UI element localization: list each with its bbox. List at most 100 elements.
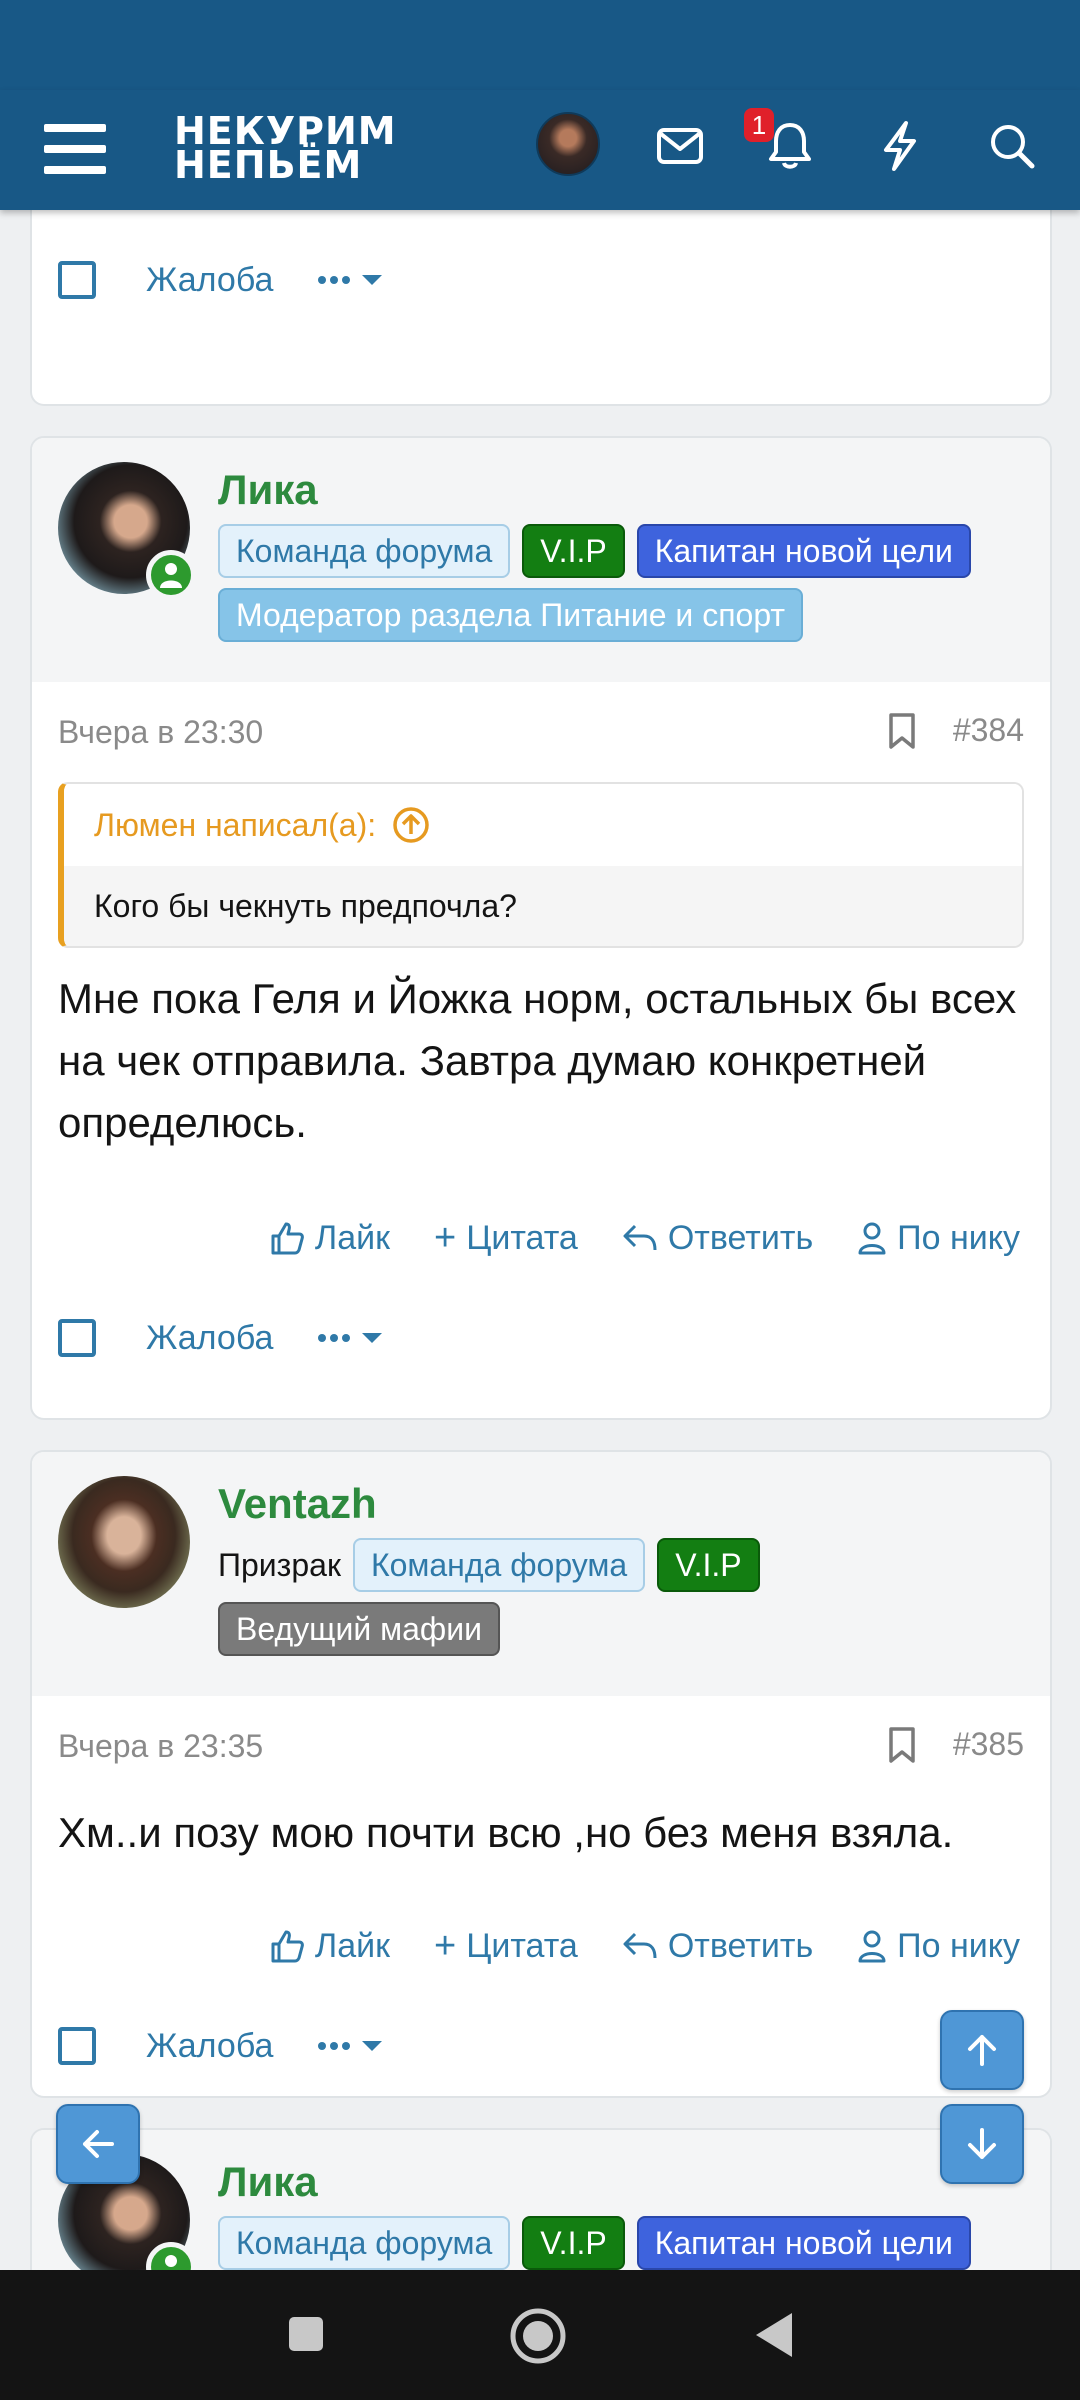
badge-team: Команда форума <box>218 2216 511 2270</box>
bookmark-icon[interactable] <box>888 712 916 758</box>
avatar[interactable] <box>58 1476 190 1608</box>
post-time[interactable]: Вчера в 23:30 <box>58 714 263 751</box>
by-nick-button[interactable]: По нику <box>857 1219 1020 1258</box>
quote-button[interactable]: +Цитата <box>434 1217 578 1260</box>
caret-down-icon <box>362 2041 383 2051</box>
lightning-icon[interactable] <box>870 116 930 176</box>
post-time[interactable]: Вчера в 23:35 <box>58 1728 263 1765</box>
author-info: Лика Команда форума V.I.P Капитан новой … <box>218 462 1024 642</box>
badge-captain: Капитан новой цели <box>636 524 971 578</box>
user-avatar[interactable] <box>536 112 600 176</box>
post-number[interactable]: #384 <box>953 712 1024 749</box>
reply-label: Ответить <box>667 1218 814 1257</box>
user-icon <box>858 1930 886 1963</box>
author-info: Лика Команда форума V.I.P Капитан новой … <box>218 2154 1024 2270</box>
badge-captain: Капитан новой цели <box>636 2216 971 2270</box>
back-button[interactable] <box>56 2104 140 2184</box>
recents-button[interactable] <box>286 2314 326 2354</box>
post-footer: Жалоба <box>32 1288 1050 1388</box>
post-author: Лика Команда форума V.I.P Капитан новой … <box>32 438 1050 682</box>
quote-label: Цитата <box>466 1218 578 1257</box>
badge-vip: V.I.P <box>522 524 625 578</box>
back-nav-button[interactable] <box>752 2310 796 2360</box>
select-checkbox[interactable] <box>58 2027 96 2065</box>
triangle-back-icon <box>756 2313 792 2357</box>
arrow-up-icon <box>968 2035 996 2066</box>
more-menu[interactable] <box>317 2039 383 2053</box>
select-checkbox[interactable] <box>58 261 96 299</box>
badge-team: Команда форума <box>352 1538 646 1592</box>
user-badges: Призрак Команда форума V.I.P Ведущий маф… <box>218 1538 1024 1656</box>
thumbs-up-icon <box>271 1930 304 1963</box>
author-avatar-wrap[interactable] <box>58 1476 190 1608</box>
reply-button[interactable]: Ответить <box>622 1219 813 1258</box>
quote-button[interactable]: +Цитата <box>434 1925 578 1968</box>
reply-icon <box>623 1224 657 1251</box>
search-icon[interactable] <box>982 116 1042 176</box>
like-label: Лайк <box>314 1218 391 1257</box>
more-menu[interactable] <box>317 1331 383 1345</box>
quote-author[interactable]: Люмен написал(а): <box>94 807 376 844</box>
caret-down-icon <box>362 1333 383 1343</box>
plus-icon: + <box>434 1924 457 1967</box>
post-author: Ventazh Призрак Команда форума V.I.P Вед… <box>32 1452 1050 1696</box>
ellipsis-icon <box>318 1334 351 1342</box>
post-actions: Лайк +Цитата Ответить По нику <box>32 1896 1050 1996</box>
site-logo[interactable]: НЕКУРИМ НЕПЬЁМ <box>174 112 397 184</box>
username[interactable]: Ventazh <box>218 1476 1024 1532</box>
author-avatar-wrap[interactable] <box>58 462 196 600</box>
reply-icon <box>623 1932 657 1959</box>
user-title: Призрак <box>218 1546 341 1583</box>
square-icon <box>289 2317 323 2351</box>
like-button[interactable]: Лайк <box>269 1927 390 1966</box>
post-number[interactable]: #385 <box>953 1726 1024 1763</box>
user-badges: Команда форума V.I.P Капитан новой цели <box>218 2216 1024 2270</box>
post-footer: Жалоба <box>32 1996 1050 2096</box>
post-footer: Жалоба <box>32 220 1050 340</box>
quote-text: Кого бы чекнуть предпочла? <box>64 866 1022 946</box>
report-link[interactable]: Жалоба <box>146 2027 273 2066</box>
badge-moderator: Модератор раздела Питание и спорт <box>218 588 804 642</box>
scroll-up-button[interactable] <box>940 2010 1024 2090</box>
reply-button[interactable]: Ответить <box>622 1927 813 1966</box>
by-nick-button[interactable]: По нику <box>857 1927 1020 1966</box>
username[interactable]: Лика <box>218 2154 1024 2210</box>
by-nick-label: По нику <box>897 1218 1020 1257</box>
plus-icon: + <box>434 1216 457 1259</box>
user-badges: Команда форума V.I.P Капитан новой цели … <box>218 524 1024 642</box>
quote-header: Люмен написал(а): <box>64 784 1022 866</box>
badge-vip: V.I.P <box>522 2216 625 2270</box>
home-button[interactable] <box>508 2306 568 2366</box>
bookmark-icon[interactable] <box>888 1726 916 1772</box>
user-icon <box>858 1222 886 1255</box>
online-status-icon <box>146 550 196 600</box>
username[interactable]: Лика <box>218 462 1024 518</box>
like-button[interactable]: Лайк <box>269 1219 390 1258</box>
top-bar: НЕКУРИМ НЕПЬЁМ 1 <box>0 90 1080 210</box>
post-text: Хм..и позу мою почти всю ,но без меня вз… <box>58 1809 954 1856</box>
by-nick-label: По нику <box>897 1926 1020 1965</box>
ellipsis-icon <box>318 2042 351 2050</box>
scroll-down-button[interactable] <box>940 2104 1024 2184</box>
report-link[interactable]: Жалоба <box>146 261 273 300</box>
more-menu[interactable] <box>317 273 383 287</box>
arrow-left-icon <box>83 2130 114 2158</box>
arrow-up-circle-icon[interactable] <box>392 806 430 844</box>
author-info: Ventazh Призрак Команда форума V.I.P Вед… <box>218 1476 1024 1656</box>
report-link[interactable]: Жалоба <box>146 1319 273 1358</box>
quote-label: Цитата <box>466 1926 578 1965</box>
home-circle-icon <box>510 2308 566 2364</box>
ellipsis-icon <box>318 276 351 284</box>
menu-icon[interactable] <box>44 120 106 178</box>
select-checkbox[interactable] <box>58 1319 96 1357</box>
arrow-down-icon <box>968 2128 996 2159</box>
like-label: Лайк <box>314 1926 391 1965</box>
badge-vip: V.I.P <box>657 1538 760 1592</box>
quote-block: Люмен написал(а): Кого бы чекнуть предпо… <box>58 782 1024 948</box>
mail-icon[interactable] <box>650 116 710 176</box>
badge-team: Команда форума <box>218 524 511 578</box>
badge-mafia-host: Ведущий мафии <box>218 1602 500 1656</box>
notification-count-badge: 1 <box>744 108 774 142</box>
post-385: Ventazh Призрак Команда форума V.I.P Вед… <box>30 1450 1052 2098</box>
status-bar <box>0 0 1080 90</box>
